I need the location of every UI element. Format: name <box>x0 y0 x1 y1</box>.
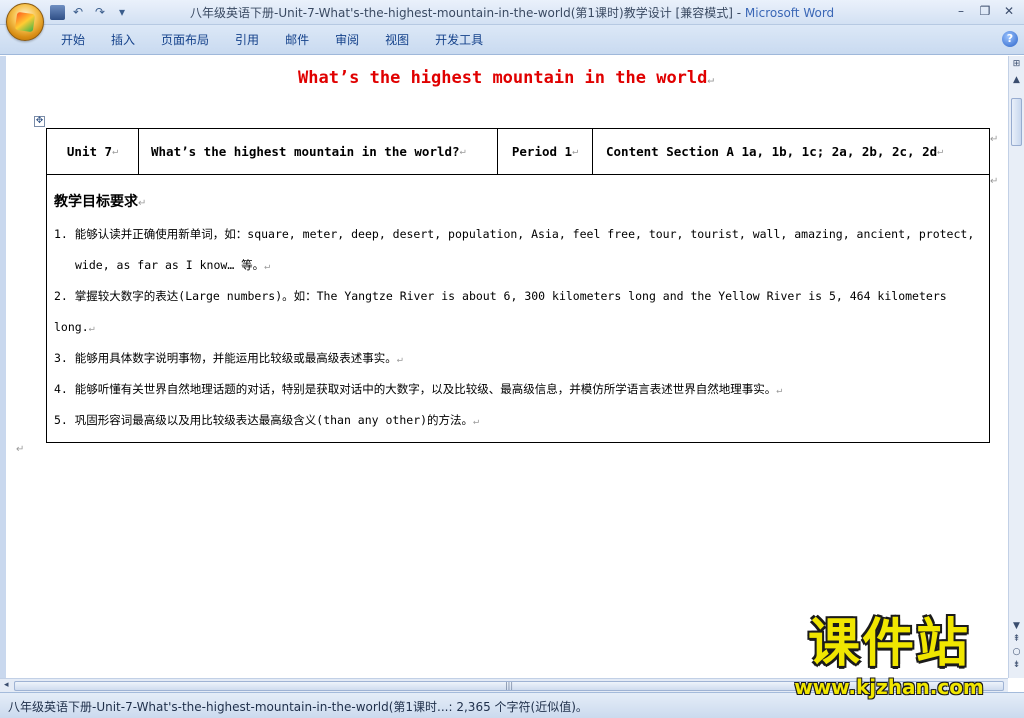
cell-mark: ↵ <box>572 146 579 157</box>
title-separator: - <box>736 6 745 20</box>
paragraph-mark: ↵ <box>473 416 480 427</box>
paragraph-mark: ↵ <box>264 261 271 272</box>
office-logo-icon <box>14 11 36 33</box>
period-cell[interactable]: Period 1 ↵ <box>498 129 593 174</box>
unit-cell[interactable]: Unit 7 ↵ <box>47 129 139 174</box>
paragraph-mark: ↵ <box>138 198 147 209</box>
tab-references[interactable]: 引用 <box>222 31 272 49</box>
scroll-left-icon[interactable]: ◂ <box>4 679 9 692</box>
tab-home[interactable]: 开始 <box>48 31 98 49</box>
window-title: 八年级英语下册-Unit-7-What's-the-highest-mounta… <box>190 4 870 21</box>
objective-line: 4. 能够听懂有关世界自然地理话题的对话，特别是获取对话中的大数字，以及比较级、… <box>54 374 983 405</box>
tab-view[interactable]: 视图 <box>372 31 422 49</box>
cell-mark: ↵ <box>112 146 119 157</box>
objective-line: 5. 巩固形容词最高级以及用比较级表达最高级含义(than any other)… <box>54 405 983 436</box>
watermark-logo: 课件站 www.kjzhan.com <box>772 612 1006 698</box>
objective-text: 2. 掌握较大数字的表达(Large numbers)。如：The Yangtz… <box>54 289 947 303</box>
next-page-icon[interactable]: ⇟ <box>1009 659 1024 672</box>
cell-mark: ↵ <box>937 146 944 157</box>
redo-icon[interactable]: ↷ <box>91 4 109 21</box>
save-icon[interactable] <box>50 5 65 20</box>
table-move-handle-icon[interactable]: ✥ <box>34 116 45 127</box>
objective-line: 3. 能够用具体数字说明事物，并能运用比较级或最高级表述事实。↵ <box>54 343 983 374</box>
content-cell[interactable]: Content Section A 1a, 1b, 1c; 2a, 2b, 2c… <box>593 129 989 174</box>
paragraph-mark: ↵ <box>396 354 403 365</box>
scroll-down-icon[interactable]: ▼ <box>1009 620 1024 633</box>
vertical-scroll-thumb[interactable] <box>1011 98 1022 146</box>
app-name: Microsoft Word <box>744 6 835 20</box>
cell-mark: ↵ <box>459 146 466 157</box>
paragraph-mark: ↵ <box>16 444 25 455</box>
objective-line: 2. 掌握较大数字的表达(Large numbers)。如：The Yangtz… <box>54 281 983 312</box>
table-header-row: Unit 7 ↵ What’s the highest mountain in t… <box>47 129 989 175</box>
objective-line: 1. 能够认读并正确使用新单词，如：square, meter, deep, d… <box>54 219 983 250</box>
scroll-up-icon[interactable]: ▲ <box>1009 72 1024 88</box>
objectives-heading: 教学目标要求↵ <box>54 189 983 215</box>
tab-developer[interactable]: 开发工具 <box>422 31 496 49</box>
document-area[interactable]: What’s the highest mountain in the world… <box>0 56 1008 678</box>
help-icon[interactable]: ? <box>1002 31 1018 47</box>
objectives-heading-text: 教学目标要求 <box>54 194 138 210</box>
select-browse-object-icon[interactable]: ○ <box>1009 646 1024 659</box>
customize-toolbar-icon[interactable]: ▾ <box>113 4 131 21</box>
restore-button[interactable]: ❐ <box>974 2 996 20</box>
lesson-table: Unit 7 ↵ What’s the highest mountain in t… <box>46 128 990 443</box>
objective-line: wide, as far as I know… 等。↵ <box>54 250 983 281</box>
ruler-toggle-icon[interactable]: ⊞ <box>1009 56 1024 72</box>
tab-review[interactable]: 审阅 <box>322 31 372 49</box>
objectives-cell[interactable]: 教学目标要求↵ 1. 能够认读并正确使用新单词，如：square, meter,… <box>47 175 989 442</box>
tab-page-layout[interactable]: 页面布局 <box>148 31 222 49</box>
watermark-name: 课件站 <box>807 614 970 674</box>
window-controls: – ❐ ✕ <box>950 2 1020 20</box>
document-title: What’s the highest mountain in the world… <box>6 68 1006 88</box>
minimize-button[interactable]: – <box>950 2 972 20</box>
watermark-url: www.kjzhan.com <box>794 675 984 699</box>
tab-mailings[interactable]: 邮件 <box>272 31 322 49</box>
objective-text: 1. 能够认读并正确使用新单词，如：square, meter, deep, d… <box>54 227 975 241</box>
topic-cell[interactable]: What’s the highest mountain in the world… <box>139 129 498 174</box>
objective-line: long.↵ <box>54 312 983 343</box>
document-name: 八年级英语下册-Unit-7-What's-the-highest-mounta… <box>190 6 733 20</box>
previous-page-icon[interactable]: ⇞ <box>1009 633 1024 646</box>
title-bar: ↶ ↷ ▾ 八年级英语下册-Unit-7-What's-the-highest-… <box>0 0 1024 41</box>
objective-text: wide, as far as I know… 等。 <box>75 258 265 272</box>
objective-text: 3. 能够用具体数字说明事物，并能运用比较级或最高级表述事实。 <box>54 351 397 365</box>
ribbon-tabs: 开始 插入 页面布局 引用 邮件 审阅 视图 开发工具 <box>48 31 496 49</box>
objective-text: long. <box>54 320 89 334</box>
tab-insert[interactable]: 插入 <box>98 31 148 49</box>
row-end-mark: ↵ <box>990 176 999 187</box>
content-text: Content Section A 1a, 1b, 1c; 2a, 2b, 2c… <box>606 144 938 159</box>
office-button[interactable] <box>6 3 44 41</box>
document-title-text: What’s the highest mountain in the world <box>297 68 708 88</box>
paragraph-mark: ↵ <box>88 323 95 334</box>
paragraph-mark: ↵ <box>776 385 783 396</box>
topic-text: What’s the highest mountain in the world… <box>151 144 460 159</box>
vertical-scrollbar[interactable]: ⊞ ▲ ▼ ⇞ ○ ⇟ <box>1008 56 1024 678</box>
objective-text: 5. 巩固形容词最高级以及用比较级表达最高级含义(than any other)… <box>54 413 474 427</box>
ribbon: 开始 插入 页面布局 引用 邮件 审阅 视图 开发工具 ? <box>0 25 1024 55</box>
close-button[interactable]: ✕ <box>998 2 1020 20</box>
objective-text: 4. 能够听懂有关世界自然地理话题的对话，特别是获取对话中的大数字，以及比较级、… <box>54 382 777 396</box>
browse-buttons: ▼ ⇞ ○ ⇟ <box>1009 620 1024 672</box>
paragraph-mark: ↵ <box>707 73 715 86</box>
period-text: Period 1 <box>511 144 573 159</box>
row-end-mark: ↵ <box>990 134 999 145</box>
unit-text: Unit 7 <box>66 144 113 159</box>
quick-access-toolbar: ↶ ↷ ▾ <box>50 3 131 22</box>
undo-icon[interactable]: ↶ <box>69 4 87 21</box>
status-text: 八年级英语下册-Unit-7-What's-the-highest-mounta… <box>8 700 588 714</box>
